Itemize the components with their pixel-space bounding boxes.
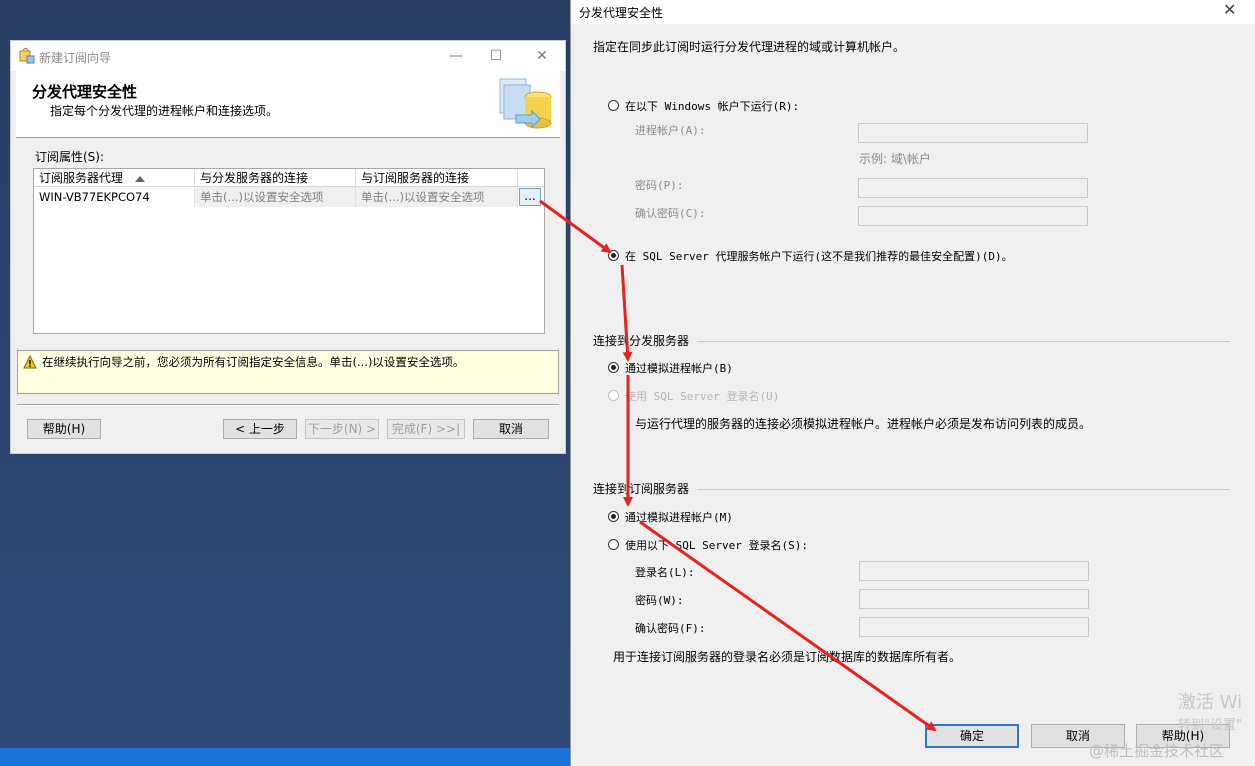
sub-confirm-password-input[interactable]	[859, 617, 1089, 637]
activate-watermark: 激活 Wi	[1178, 692, 1243, 713]
title-bar: 新建订阅向导 — ☐ ✕	[11, 41, 565, 71]
app-icon	[19, 48, 35, 64]
sub-impersonate-radio[interactable]	[608, 511, 619, 522]
minimize-button[interactable]: —	[441, 45, 471, 67]
intro-text: 指定在同步此订阅时运行分发代理进程的域或计算机帐户。	[593, 40, 906, 54]
maximize-button[interactable]: ☐	[481, 45, 511, 67]
subscriber-note: 用于连接订阅服务器的登录名必须是订阅数据库的数据库所有者。	[613, 650, 962, 664]
back-button[interactable]: < 上一步	[223, 419, 297, 439]
page-title: 分发代理安全性	[32, 83, 138, 101]
close-button[interactable]: ✕	[527, 45, 557, 67]
cell-agent[interactable]: WIN-VB77EKPCO74	[34, 187, 195, 207]
sub-sql-login-radio[interactable]	[608, 539, 619, 550]
subscriber-group-title: 连接到订阅服务器	[593, 482, 690, 496]
sub-confirm-password-label: 确认密码(F):	[635, 622, 706, 635]
window-title: 新建订阅向导	[39, 51, 112, 65]
cell-distributor-connection[interactable]: 单击(...)以设置安全选项	[195, 187, 356, 207]
subscription-grid: 订阅服务器代理 与分发服务器的连接 与订阅服务器的连接 WIN-VB77EKPC…	[33, 168, 545, 334]
warning-text: 在继续执行向导之前，您必须为所有订阅指定安全信息。单击(...)以设置安全选项。	[42, 355, 465, 369]
dist-sql-login-label: 使用 SQL Server 登录名(U)	[625, 390, 780, 403]
ellipsis-button[interactable]: ...	[519, 188, 541, 206]
distribution-agent-security-dialog: 分发代理安全性 ✕ 指定在同步此订阅时运行分发代理进程的域或计算机帐户。 在以下…	[570, 0, 1255, 766]
run-windows-account-radio[interactable]	[608, 100, 619, 111]
warning-box: 在继续执行向导之前，您必须为所有订阅指定安全信息。单击(...)以设置安全选项。	[17, 350, 559, 394]
login-label: 登录名(L):	[635, 566, 695, 579]
process-account-label: 进程帐户(A):	[635, 124, 706, 137]
sub-impersonate-label: 通过模拟进程帐户(M)	[625, 511, 733, 524]
taskbar	[0, 748, 575, 766]
site-watermark: @稀土掘金技术社区	[1089, 742, 1225, 760]
run-sqlagent-label: 在 SQL Server 代理服务帐户下运行(这不是我们推荐的最佳安全配置)(D…	[625, 250, 1013, 263]
distributor-group-title: 连接到分发服务器	[593, 334, 690, 348]
distributor-note: 与运行代理的服务器的连接必须模拟进程帐户。进程帐户必须是发布访问列表的成员。	[635, 417, 1092, 431]
distributor-group-line	[697, 341, 1230, 342]
page-subtitle: 指定每个分发代理的进程帐户和连接选项。	[50, 104, 279, 118]
confirm-password-input[interactable]	[858, 206, 1088, 226]
login-input[interactable]	[859, 561, 1089, 581]
process-account-input[interactable]	[858, 123, 1088, 143]
ok-button[interactable]: 确定	[925, 724, 1019, 748]
finish-button[interactable]: 完成(F) >>|	[387, 419, 465, 439]
sub-password-label: 密码(W):	[635, 594, 684, 607]
divider	[17, 404, 559, 406]
column-header-blank	[518, 169, 544, 187]
dist-sql-login-radio[interactable]	[608, 390, 619, 401]
wizard-graphic-icon	[499, 78, 552, 129]
sub-sql-login-label: 使用以下 SQL Server 登录名(S):	[625, 539, 808, 552]
example-text: 示例: 域\帐户	[859, 152, 931, 166]
subscription-properties-label: 订阅属性(S):	[35, 150, 105, 164]
cancel-button[interactable]: 取消	[473, 419, 549, 439]
column-header-agent[interactable]: 订阅服务器代理	[34, 169, 195, 187]
dialog-title: 分发代理安全性	[579, 6, 664, 20]
new-subscription-wizard-window: 新建订阅向导 — ☐ ✕ 分发代理安全性 指定每个分发代理的进程帐户和连接选项。…	[10, 40, 566, 454]
column-header-distributor[interactable]: 与分发服务器的连接	[195, 169, 356, 187]
dialog-title-bar: 分发代理安全性 ✕	[571, 0, 1255, 24]
cell-subscriber-connection[interactable]: 单击(...)以设置安全选项	[356, 187, 518, 207]
sort-ascending-icon	[135, 175, 146, 182]
password-input[interactable]	[858, 178, 1088, 198]
wizard-header: 分发代理安全性 指定每个分发代理的进程帐户和连接选项。	[16, 71, 560, 138]
column-header-subscriber[interactable]: 与订阅服务器的连接	[356, 169, 518, 187]
warning-icon	[23, 355, 37, 369]
close-icon[interactable]: ✕	[1223, 0, 1236, 19]
dist-impersonate-label: 通过模拟进程帐户(B)	[625, 362, 733, 375]
run-windows-account-label: 在以下 Windows 帐户下运行(R):	[625, 100, 800, 113]
subscriber-group-line	[697, 489, 1230, 490]
password-label: 密码(P):	[635, 179, 684, 192]
settings-watermark: 转到"设置"	[1178, 718, 1242, 733]
sub-password-input[interactable]	[859, 589, 1089, 609]
confirm-password-label: 确认密码(C):	[635, 207, 706, 220]
next-button[interactable]: 下一步(N) >	[305, 419, 379, 439]
run-sqlagent-radio[interactable]	[608, 250, 619, 261]
dist-impersonate-radio[interactable]	[608, 362, 619, 373]
help-button[interactable]: 帮助(H)	[27, 419, 101, 439]
